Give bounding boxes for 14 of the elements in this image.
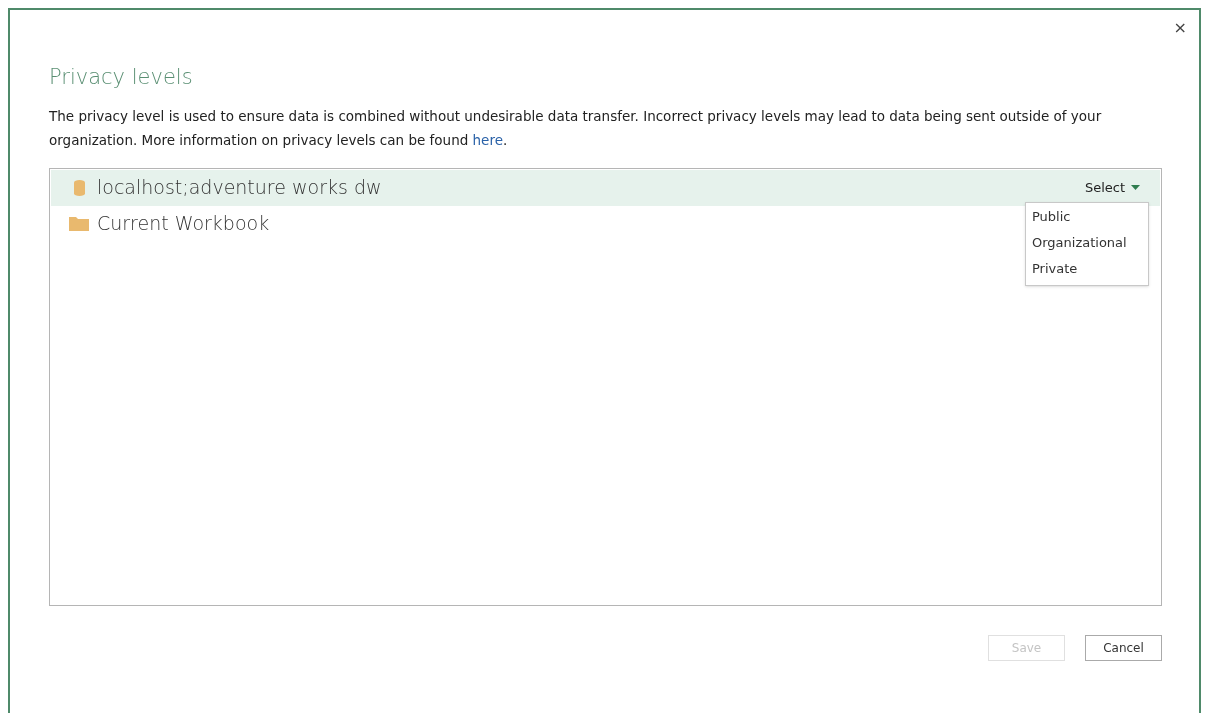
dialog-button[interactable]: Cancel [1085, 634, 1162, 661]
source-name: localhost;adventure works dw [97, 175, 382, 201]
database-icon [73, 179, 85, 196]
help-link[interactable]: here [472, 131, 503, 148]
dialog-title: Privacy levels [49, 64, 194, 91]
source-row[interactable]: localhost;adventure works dw Select [51, 169, 1160, 206]
source-name: Current Workbook [97, 211, 270, 237]
description-text: The privacy level is used to ensure data is combined without undesirable data transfer. Incorrect privacy levels may lead to data being sent outside of your organization. More information on privacy levels can be found here. [49, 106, 1103, 150]
privacy-select[interactable]: Select [1084, 177, 1140, 198]
menu-item[interactable]: Private [1026, 256, 1148, 283]
caret-icon [1131, 185, 1140, 190]
folder-icon [69, 216, 89, 231]
close-button[interactable]: × [1173, 20, 1187, 36]
menu-item[interactable]: Public [1026, 204, 1148, 231]
